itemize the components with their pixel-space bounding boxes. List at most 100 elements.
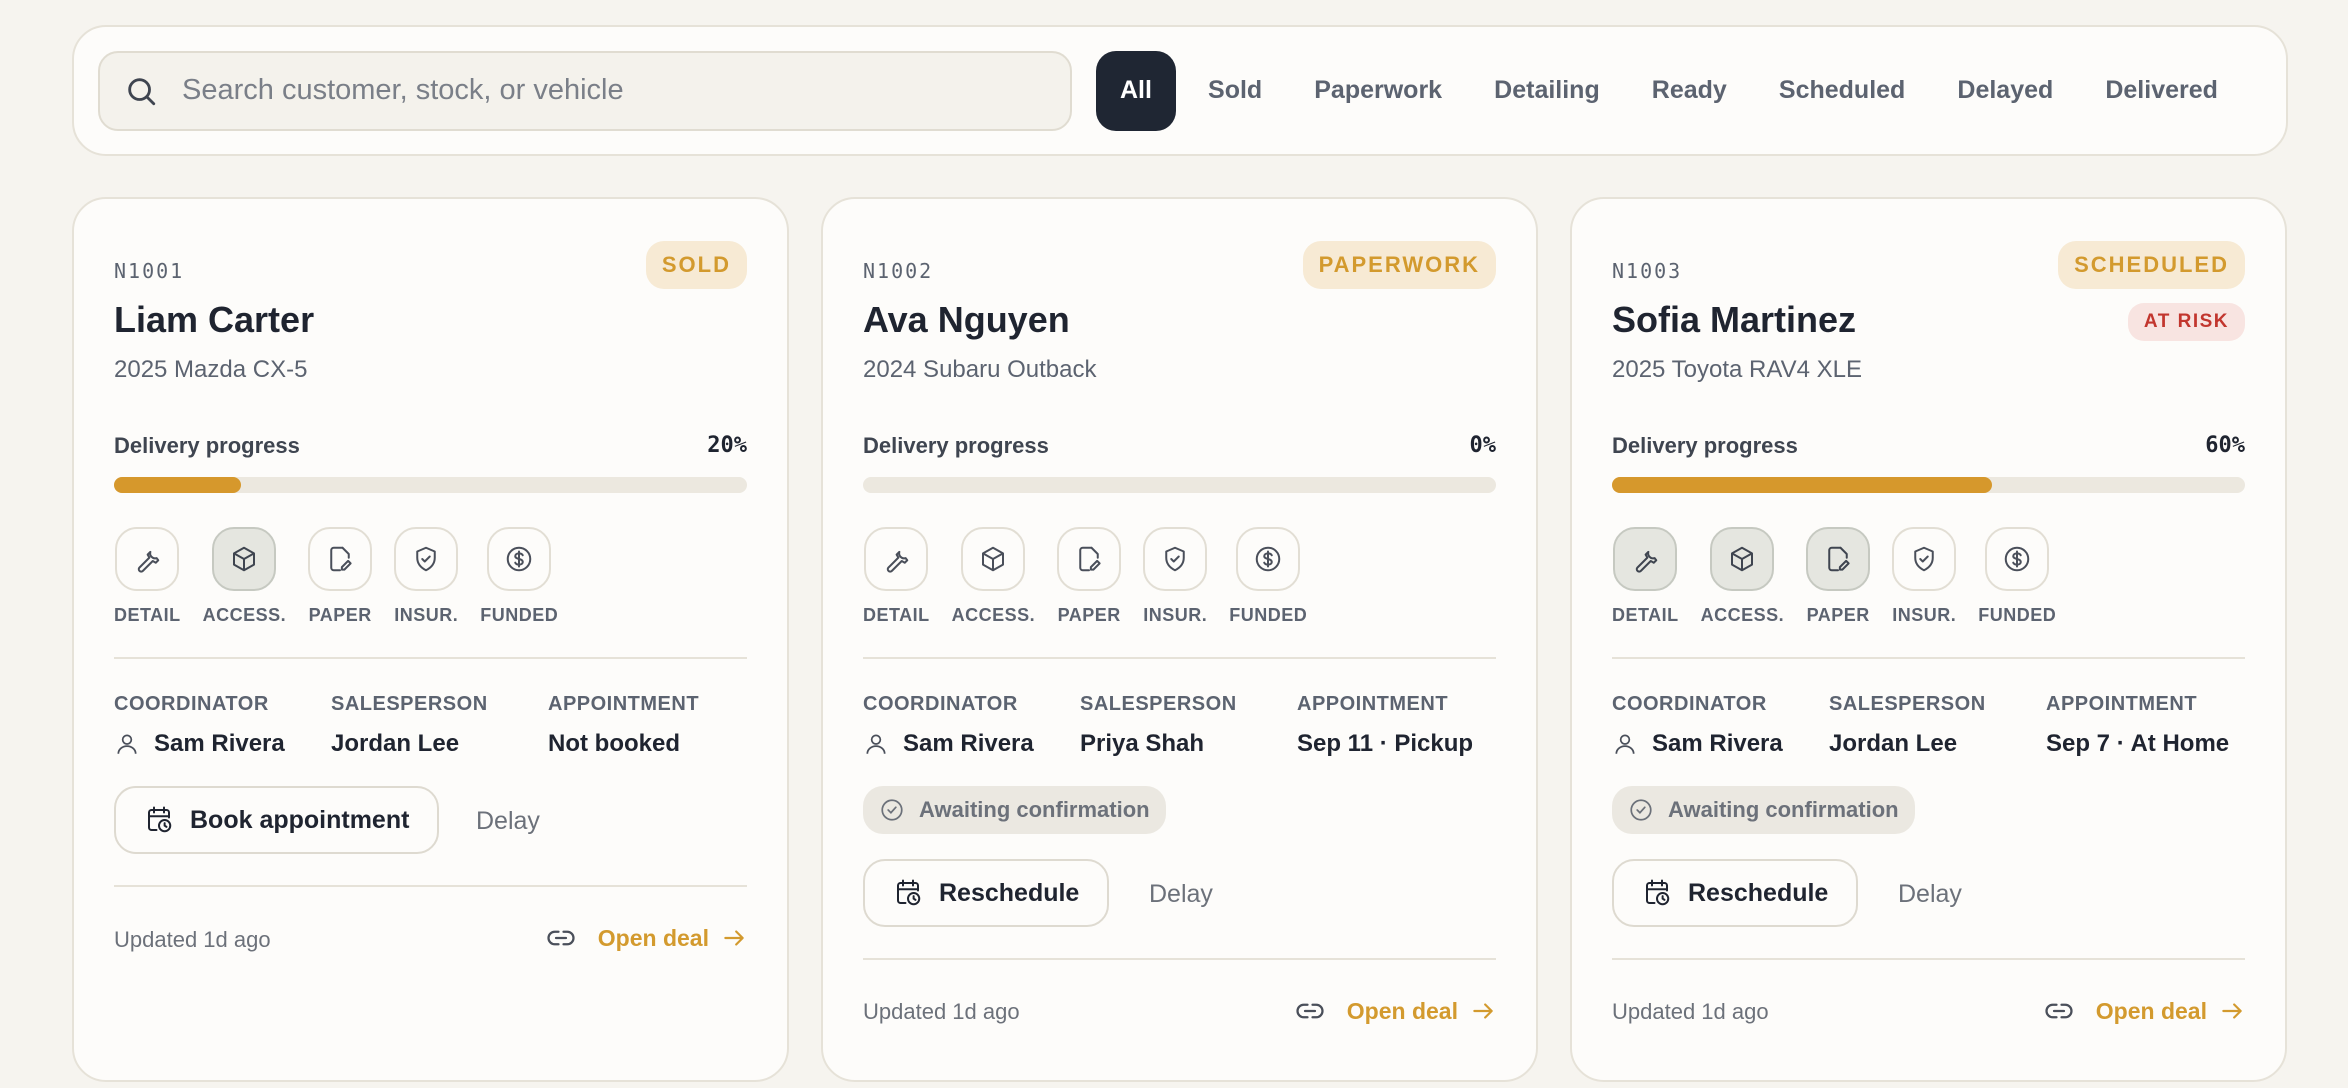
deal-card: N1002 PAPERWORK Ava Nguyen 2024 Subaru O… xyxy=(821,197,1538,1082)
open-deal-link[interactable]: Open deal xyxy=(1295,996,1496,1026)
filter-tab-ready[interactable]: Ready xyxy=(1632,51,1747,131)
salesperson-name: Jordan Lee xyxy=(331,730,460,757)
document-edit-icon xyxy=(1079,546,1101,572)
dollar-circle-icon xyxy=(506,546,532,572)
check-circle-icon xyxy=(1630,799,1652,821)
appointment-value: Sep 7 · At Home xyxy=(2046,730,2230,757)
user-icon xyxy=(1615,734,1635,754)
filter-tab-delivered[interactable]: Delivered xyxy=(2085,51,2238,131)
stock-number: N1002 xyxy=(863,259,934,283)
step-insurance[interactable]: INSUR. xyxy=(1892,527,1957,626)
progress-bar xyxy=(863,477,1496,493)
updated-text: Updated 1d ago xyxy=(1612,999,1769,1024)
filter-tab-sold[interactable]: Sold xyxy=(1188,51,1282,131)
box-icon xyxy=(233,546,256,572)
step-funded[interactable]: FUNDED xyxy=(1978,527,2056,626)
book-appointment-button[interactable]: Book appointment xyxy=(114,786,440,854)
updated-text: Updated 1d ago xyxy=(863,999,1020,1024)
stock-number: N1001 xyxy=(114,259,185,283)
progress-label: Delivery progress xyxy=(863,433,1049,458)
step-paper[interactable]: PAPER xyxy=(308,527,373,626)
progress-value: 20% xyxy=(707,433,747,458)
status-badge: SCHEDULED xyxy=(2058,241,2245,289)
checklist-steps: DETAIL ACCESS. PAPER INSUR. FUNDED xyxy=(1612,527,2056,626)
dollar-circle-icon xyxy=(1255,546,1281,572)
at-risk-badge: AT RISK xyxy=(2127,303,2245,341)
customer-name: Ava Nguyen xyxy=(863,299,1070,340)
open-deal-link[interactable]: Open deal xyxy=(2044,996,2245,1026)
search-box[interactable] xyxy=(98,50,1072,131)
open-deal-link[interactable]: Open deal xyxy=(546,923,747,953)
wrench-icon xyxy=(1636,550,1658,573)
appointment-value: Sep 11 · Pickup xyxy=(1297,730,1474,757)
coordinator-name: Sam Rivera xyxy=(903,730,1034,757)
appointment-value: Not booked xyxy=(548,730,680,757)
progress-fill xyxy=(114,477,241,493)
arrow-right-icon xyxy=(724,930,744,946)
status-filter-tabs: All Sold Paperwork Detailing Ready Sched… xyxy=(1096,50,2238,131)
step-insurance[interactable]: INSUR. xyxy=(1143,527,1208,626)
user-icon xyxy=(117,734,137,754)
wrench-icon xyxy=(887,550,909,573)
progress-bar xyxy=(1612,477,2245,493)
filter-tab-scheduled[interactable]: Scheduled xyxy=(1759,51,1925,131)
calendar-clock-icon xyxy=(148,806,172,833)
deal-meta: COORDINATOR Sam Rivera SALESPERSON Jordan … xyxy=(114,693,768,758)
delay-button[interactable]: Delay xyxy=(476,807,540,836)
step-funded[interactable]: FUNDED xyxy=(1229,527,1307,626)
filter-tab-paperwork[interactable]: Paperwork xyxy=(1294,51,1462,131)
divider xyxy=(1612,657,2245,659)
filter-tab-all[interactable]: All xyxy=(1096,50,1176,131)
shield-check-icon xyxy=(416,546,436,572)
divider xyxy=(114,657,747,659)
filter-tab-detailing[interactable]: Detailing xyxy=(1474,51,1620,131)
updated-text: Updated 1d ago xyxy=(114,927,271,952)
divider xyxy=(863,657,1496,659)
stock-number: N1003 xyxy=(1612,259,1683,283)
filter-tab-delayed[interactable]: Delayed xyxy=(1937,51,2073,131)
awaiting-confirmation-badge: Awaiting confirmation xyxy=(863,786,1166,834)
customer-name: Liam Carter xyxy=(114,299,315,340)
arrow-right-icon xyxy=(1473,1003,1493,1019)
divider xyxy=(863,958,1496,960)
checklist-steps: DETAIL ACCESS. PAPER INSUR. FUNDED xyxy=(863,527,1307,626)
step-detail[interactable]: DETAIL xyxy=(1612,527,1679,626)
divider xyxy=(1612,958,2245,960)
step-accessories[interactable]: ACCESS. xyxy=(1701,527,1785,626)
deal-cards: N1001 SOLD Liam Carter 2025 Mazda CX-5 D… xyxy=(72,197,2288,1082)
link-icon xyxy=(547,930,575,946)
vehicle-name: 2024 Subaru Outback xyxy=(863,356,1097,383)
deal-card: N1003 SCHEDULED AT RISK Sofia Martinez 2… xyxy=(1570,197,2287,1082)
box-icon xyxy=(982,546,1005,572)
reschedule-button[interactable]: Reschedule xyxy=(1612,859,1859,927)
step-accessories[interactable]: ACCESS. xyxy=(952,527,1036,626)
step-detail[interactable]: DETAIL xyxy=(863,527,930,626)
document-edit-icon xyxy=(330,546,352,572)
calendar-clock-icon xyxy=(897,879,921,906)
checklist-steps: DETAIL ACCESS. PAPER INSUR. FUNDED xyxy=(114,527,558,626)
search-input[interactable] xyxy=(182,74,1002,107)
progress-label: Delivery progress xyxy=(1612,433,1798,458)
salesperson-name: Jordan Lee xyxy=(1829,730,1958,757)
deal-meta: COORDINATOR Sam Rivera SALESPERSON Priya S… xyxy=(863,693,1517,758)
step-paper[interactable]: PAPER xyxy=(1057,527,1122,626)
coordinator-name: Sam Rivera xyxy=(1652,730,1783,757)
user-icon xyxy=(866,734,886,754)
progress-label: Delivery progress xyxy=(114,433,300,458)
delay-button[interactable]: Delay xyxy=(1149,880,1213,909)
progress-value: 60% xyxy=(2205,433,2245,458)
shield-check-icon xyxy=(1165,546,1185,572)
delay-button[interactable]: Delay xyxy=(1898,880,1962,909)
step-paper[interactable]: PAPER xyxy=(1806,527,1871,626)
status-badge: PAPERWORK xyxy=(1302,241,1496,289)
step-detail[interactable]: DETAIL xyxy=(114,527,181,626)
step-insurance[interactable]: INSUR. xyxy=(394,527,459,626)
arrow-right-icon xyxy=(2222,1003,2242,1019)
step-funded[interactable]: FUNDED xyxy=(480,527,558,626)
reschedule-button[interactable]: Reschedule xyxy=(863,859,1110,927)
step-accessories[interactable]: ACCESS. xyxy=(203,527,287,626)
dollar-circle-icon xyxy=(2004,546,2030,572)
divider xyxy=(114,885,747,887)
calendar-clock-icon xyxy=(1646,879,1670,906)
awaiting-confirmation-badge: Awaiting confirmation xyxy=(1612,786,1915,834)
